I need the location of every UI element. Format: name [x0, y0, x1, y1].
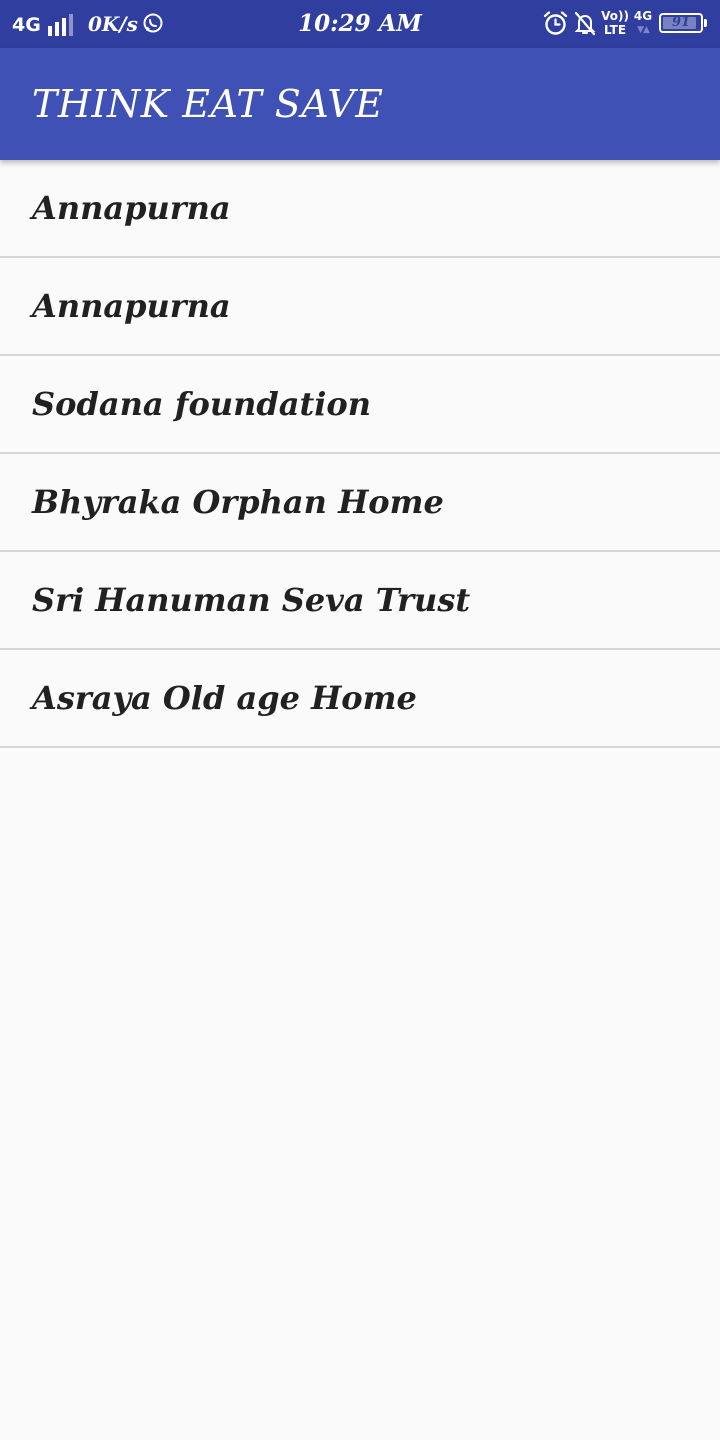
data-arrows-icon: ▼▲: [637, 25, 650, 35]
battery-icon: 91: [659, 13, 703, 33]
volte-bottom-label: LTE: [603, 23, 627, 37]
notifications-off-icon: [574, 11, 596, 36]
list-item-label: Annapurna: [32, 287, 231, 325]
app-title: THINK EAT SAVE: [32, 82, 384, 126]
list-item[interactable]: Sodana foundation: [0, 356, 720, 454]
alarm-icon: [543, 11, 568, 35]
list-item-label: Annapurna: [32, 189, 231, 227]
list-item[interactable]: Sri Hanuman Seva Trust: [0, 552, 720, 650]
battery-tip: [704, 19, 707, 27]
status-bar: 4G 0K/s 10:29 AM Vo)) LTE 4G ▼▲ 91: [0, 0, 720, 48]
list-item-label: Bhyraka Orphan Home: [32, 483, 444, 521]
list-item[interactable]: Bhyraka Orphan Home: [0, 454, 720, 552]
organization-list: Annapurna Annapurna Sodana foundation Bhyra…: [0, 160, 720, 748]
list-item-label: Asraya Old age Home: [32, 679, 417, 717]
list-item-label: Sodana foundation: [32, 385, 371, 423]
list-item-label: Sri Hanuman Seva Trust: [32, 581, 471, 619]
list-item[interactable]: Asraya Old age Home: [0, 650, 720, 748]
battery-level: 91: [671, 15, 691, 30]
volte-icon: Vo)) LTE: [601, 9, 629, 37]
list-item[interactable]: Annapurna: [0, 160, 720, 258]
data-4g-indicator: 4G ▼▲: [632, 9, 654, 37]
volte-top-label: Vo)): [601, 9, 629, 23]
app-bar: THINK EAT SAVE: [0, 48, 720, 160]
network-type-right: 4G: [633, 9, 653, 23]
list-item[interactable]: Annapurna: [0, 258, 720, 356]
